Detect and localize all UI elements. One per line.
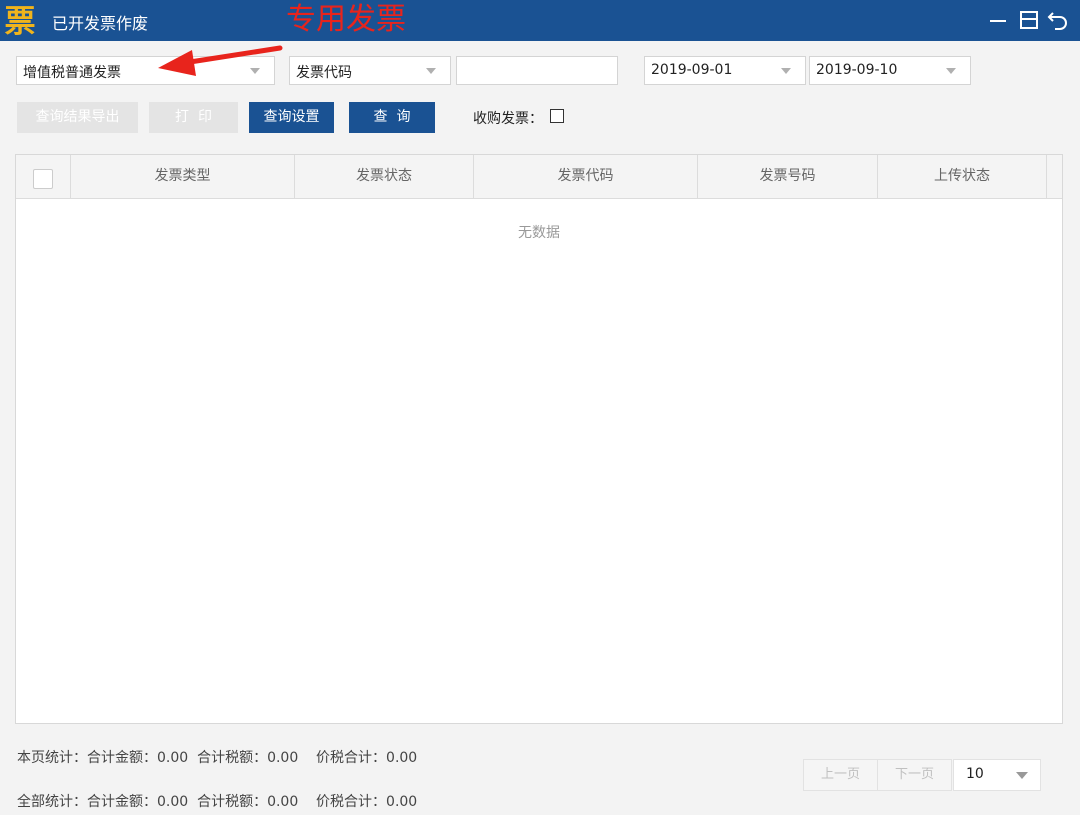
invoice-type-value: 增值税普通发票: [23, 65, 121, 81]
chevron-down-icon: [426, 68, 436, 74]
column-header-invoice-code[interactable]: 发票代码: [474, 155, 698, 198]
restore-icon[interactable]: [1017, 8, 1041, 32]
annotation-label: 专用发票: [286, 2, 406, 37]
minimize-icon[interactable]: [987, 8, 1011, 32]
date-start-select[interactable]: 2019-09-01: [644, 56, 806, 85]
date-start-value: 2019-09-01: [651, 62, 733, 78]
red-arrow-annotation-icon: [158, 45, 283, 76]
date-end-value: 2019-09-10: [816, 62, 898, 78]
all-summary-text: 全部统计：合计金额：0.00 合计税额：0.00 价税合计：0.00: [17, 794, 418, 810]
empty-state-text: 无数据: [518, 225, 560, 241]
page-summary-text: 本页统计：合计金额：0.00 合计税额：0.00 价税合计：0.00: [17, 750, 418, 766]
window-title: 已开发票作废: [52, 14, 149, 33]
search-field-select[interactable]: 发票代码: [289, 56, 451, 85]
purchase-invoice-checkbox[interactable]: [550, 109, 564, 123]
column-header-invoice-number[interactable]: 发票号码: [698, 155, 878, 198]
back-icon[interactable]: [1046, 8, 1070, 32]
table-header: 发票类型 发票状态 发票代码 发票号码 上传状态: [16, 155, 1062, 199]
select-all-cell: [16, 155, 71, 198]
query-button[interactable]: 查 询: [349, 102, 435, 133]
print-button[interactable]: 打 印: [149, 102, 238, 133]
page-summary: 本页统计：合计金额：0.00 合计税额：0.00 价税合计：0.00: [17, 747, 417, 767]
prev-page-button[interactable]: 上一页: [803, 759, 878, 791]
all-summary: 全部统计：合计金额：0.00 合计税额：0.00 价税合计：0.00: [17, 791, 417, 811]
invoice-logo-icon: 票: [3, 2, 37, 38]
column-header-upload-status[interactable]: 上传状态: [878, 155, 1047, 198]
page-size-select[interactable]: 10: [953, 759, 1041, 791]
chevron-down-icon: [781, 68, 791, 74]
search-value-input[interactable]: [456, 56, 618, 85]
date-end-select[interactable]: 2019-09-10: [809, 56, 971, 85]
column-header-invoice-status[interactable]: 发票状态: [295, 155, 474, 198]
query-settings-button[interactable]: 查询设置: [249, 102, 334, 133]
next-page-button[interactable]: 下一页: [877, 759, 952, 791]
chevron-down-icon: [1016, 772, 1028, 779]
invoice-table: 发票类型 发票状态 发票代码 发票号码 上传状态 无数据: [15, 154, 1063, 724]
page-size-value: 10: [966, 766, 984, 782]
select-all-checkbox[interactable]: [33, 169, 53, 189]
search-field-value: 发票代码: [296, 65, 352, 81]
title-bar: 票 已开发票作废 专用发票: [0, 0, 1080, 41]
column-header-invoice-type[interactable]: 发票类型: [71, 155, 295, 198]
svg-text:票: 票: [5, 4, 36, 38]
query-button-label: 查 询: [373, 109, 411, 125]
purchase-invoice-label: 收购发票：: [473, 111, 543, 127]
export-results-button[interactable]: 查询结果导出: [17, 102, 138, 133]
print-button-label: 打 印: [175, 109, 212, 125]
chevron-down-icon: [946, 68, 956, 74]
